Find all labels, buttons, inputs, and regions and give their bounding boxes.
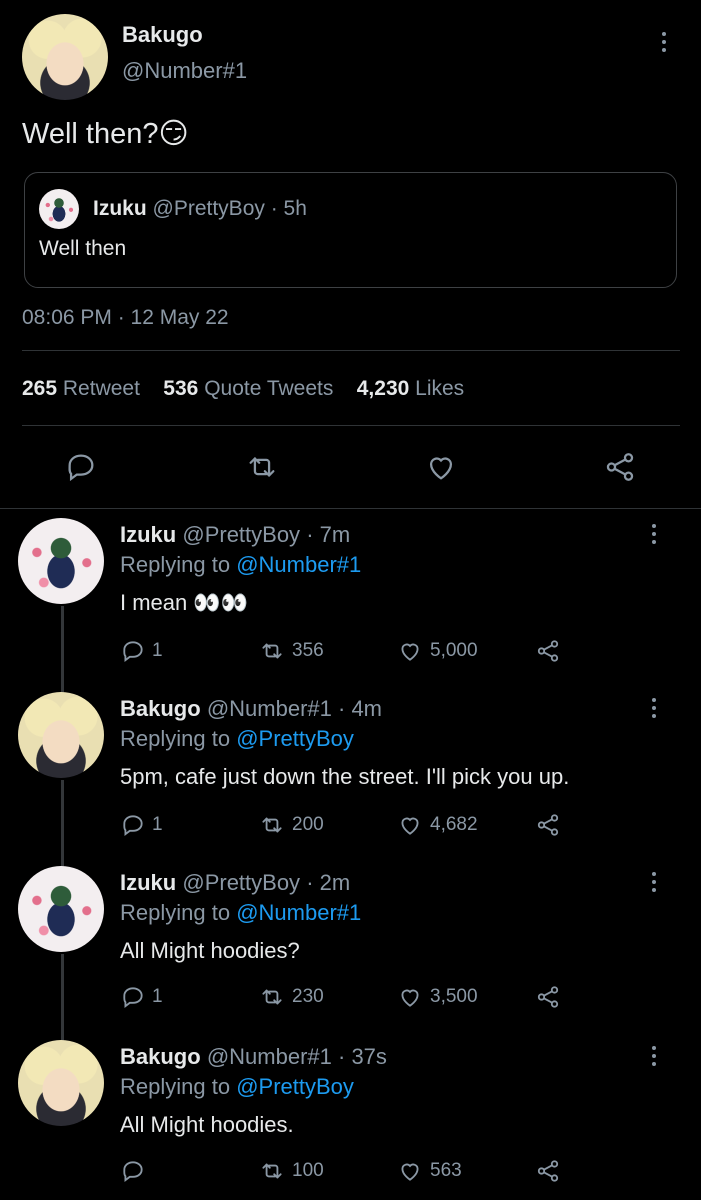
reply-action[interactable]: 1 <box>120 812 163 838</box>
quote-time: · 5h <box>270 197 307 220</box>
more-options-icon[interactable] <box>652 524 658 548</box>
retweet-icon[interactable] <box>244 450 280 484</box>
reply-time: · 2m <box>306 870 351 895</box>
divider <box>22 425 680 426</box>
like-count: 563 <box>430 1160 462 1181</box>
like-action[interactable]: 563 <box>396 1158 462 1184</box>
tweet-timestamp[interactable]: 08:06 PM · 12 May 22 <box>22 306 229 330</box>
reply-author-name[interactable]: Izuku <box>120 522 176 547</box>
reply-avatar[interactable] <box>18 518 104 604</box>
quote-tweets-stat[interactable]: 536 Quote Tweets <box>163 377 339 400</box>
like-count: 5,000 <box>430 640 478 661</box>
reply-avatar[interactable] <box>18 866 104 952</box>
quoted-tweet[interactable]: Izuku @PrettyBoy · 5h Well then <box>24 172 677 288</box>
retweet-count: 230 <box>292 986 324 1007</box>
replying-to-label: Replying to <box>120 900 231 925</box>
author-avatar[interactable] <box>22 14 108 100</box>
tweet-stats: 265 Retweet 536 Quote Tweets 4,230 Likes <box>22 377 464 401</box>
reply-tweet[interactable]: Izuku @PrettyBoy · 2m Replying to @Numbe… <box>0 866 701 1026</box>
like-action[interactable]: 4,682 <box>396 812 478 838</box>
reply-author-name[interactable]: Bakugo <box>120 1044 201 1069</box>
replying-to-label: Replying to <box>120 1074 231 1099</box>
reply-icon[interactable] <box>64 450 98 484</box>
like-count: 4,682 <box>430 814 478 835</box>
retweet-action[interactable]: 200 <box>258 812 324 838</box>
more-options-icon[interactable] <box>652 698 658 722</box>
reply-time: · 37s <box>338 1044 387 1069</box>
more-options-icon[interactable] <box>662 32 668 56</box>
reply-count: 1 <box>152 640 163 661</box>
reply-author-handle[interactable]: @PrettyBoy <box>182 870 300 895</box>
reply-count: 1 <box>152 986 163 1007</box>
reply-action[interactable]: 1 <box>120 638 163 664</box>
author-name[interactable]: Bakugo <box>122 22 203 48</box>
replying-to-link[interactable]: @PrettyBoy <box>236 726 354 751</box>
reply-author-handle[interactable]: @PrettyBoy <box>182 522 300 547</box>
like-action[interactable]: 3,500 <box>396 984 478 1010</box>
author-handle[interactable]: @Number#1 <box>122 58 247 84</box>
reply-author-name[interactable]: Izuku <box>120 870 176 895</box>
reply-text: 5pm, cafe just down the street. I'll pic… <box>120 764 570 789</box>
like-icon[interactable] <box>424 450 458 484</box>
retweet-count: 356 <box>292 640 324 661</box>
reply-tweet[interactable]: Bakugo @Number#1 · 4m Replying to @Prett… <box>0 692 701 852</box>
share-icon[interactable] <box>603 450 637 484</box>
share-icon[interactable] <box>534 638 562 664</box>
retweet-action[interactable]: 230 <box>258 984 324 1010</box>
reply-text: All Might hoodies. <box>120 1112 294 1137</box>
replying-to-link[interactable]: @Number#1 <box>236 552 361 577</box>
retweet-count: 100 <box>292 1160 324 1181</box>
reply-action[interactable] <box>120 1158 152 1184</box>
share-icon[interactable] <box>534 812 562 838</box>
replying-to-label: Replying to <box>120 726 231 751</box>
replying-to-link[interactable]: @PrettyBoy <box>236 1074 354 1099</box>
quote-text: Well then <box>39 237 127 260</box>
more-options-icon[interactable] <box>652 1046 658 1070</box>
likes-stat[interactable]: 4,230 Likes <box>357 377 464 400</box>
reply-tweet[interactable]: Izuku @PrettyBoy · 7m Replying to @Numbe… <box>0 518 701 678</box>
reply-count: 1 <box>152 814 163 835</box>
tweet-text: Well then?😏 <box>22 118 189 150</box>
reply-author-name[interactable]: Bakugo <box>120 696 201 721</box>
quote-avatar <box>39 189 79 229</box>
reply-text: All Might hoodies? <box>120 938 300 963</box>
retweet-action[interactable]: 356 <box>258 638 324 664</box>
quote-author-handle: @PrettyBoy <box>152 197 265 220</box>
retweet-count: 200 <box>292 814 324 835</box>
share-icon[interactable] <box>534 1158 562 1184</box>
divider <box>22 350 680 351</box>
retweet-action[interactable]: 100 <box>258 1158 324 1184</box>
like-count: 3,500 <box>430 986 478 1007</box>
reply-time: · 7m <box>306 522 351 547</box>
reply-avatar[interactable] <box>18 1040 104 1126</box>
share-icon[interactable] <box>534 984 562 1010</box>
reply-action[interactable]: 1 <box>120 984 163 1010</box>
quote-author-name: Izuku <box>93 197 147 220</box>
reply-author-handle[interactable]: @Number#1 <box>207 1044 332 1069</box>
retweet-stat[interactable]: 265 Retweet <box>22 377 146 400</box>
replying-to-label: Replying to <box>120 552 231 577</box>
reply-avatar[interactable] <box>18 692 104 778</box>
reply-author-handle[interactable]: @Number#1 <box>207 696 332 721</box>
like-action[interactable]: 5,000 <box>396 638 478 664</box>
more-options-icon[interactable] <box>652 872 658 896</box>
divider <box>0 508 701 509</box>
reply-text: I mean 👀👀 <box>120 590 249 615</box>
reply-time: · 4m <box>338 696 382 721</box>
reply-tweet[interactable]: Bakugo @Number#1 · 37s Replying to @Pret… <box>0 1040 701 1200</box>
replying-to-link[interactable]: @Number#1 <box>236 900 361 925</box>
